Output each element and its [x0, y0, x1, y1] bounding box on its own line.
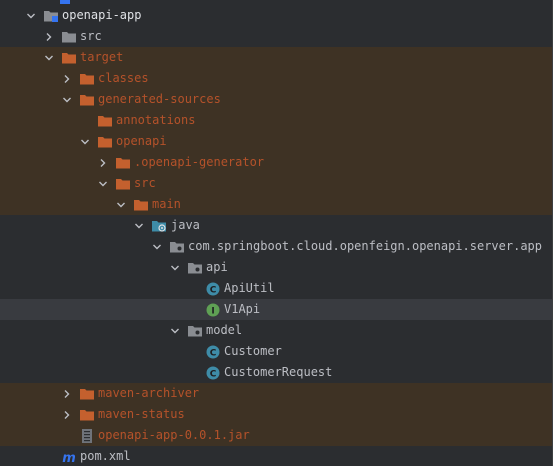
- chevron-down-icon[interactable]: [79, 131, 91, 152]
- tree-row-label: generated-sources: [98, 92, 221, 106]
- maven-icon: m: [61, 449, 77, 466]
- tree-row-annotations[interactable]: annotations: [0, 110, 553, 131]
- package-icon: [169, 239, 185, 255]
- svg-text:C: C: [210, 349, 217, 359]
- excluded-folder-icon: [97, 113, 113, 129]
- tree-row-label: maven-status: [98, 407, 185, 421]
- tree-row-maven-archiver[interactable]: maven-archiver: [0, 383, 553, 404]
- class-icon: C: [205, 281, 221, 297]
- module-folder-icon: [43, 8, 59, 24]
- tree-row-v1api[interactable]: I V1Api: [0, 299, 553, 320]
- chevron-right-icon[interactable]: [61, 383, 73, 404]
- tree-row-label: annotations: [116, 113, 196, 127]
- chevron-down-icon[interactable]: [115, 194, 127, 215]
- tree-row-label: main: [152, 197, 181, 211]
- tree-row-openapi-app[interactable]: openapi-app: [0, 5, 553, 26]
- tree-row-openapi-generator[interactable]: .openapi-generator: [0, 152, 553, 173]
- chevron-down-icon[interactable]: [97, 173, 109, 194]
- tree-row-pom[interactable]: m pom.xml: [0, 446, 553, 466]
- svg-text:C: C: [210, 370, 217, 380]
- excluded-folder-icon: [115, 176, 131, 192]
- tree-row-classes[interactable]: classes: [0, 68, 553, 89]
- excluded-folder-icon: [133, 197, 149, 213]
- tree-row-label: Customer: [224, 344, 282, 358]
- tree-row-label: maven-archiver: [98, 386, 200, 400]
- tree-row-src[interactable]: src: [0, 26, 553, 47]
- tree-row-label: src: [134, 176, 156, 190]
- tree-row-label: src: [80, 29, 102, 43]
- interface-icon: I: [205, 302, 221, 318]
- tree-row-customer[interactable]: C Customer: [0, 341, 553, 362]
- generated-source-root-icon: [151, 218, 167, 234]
- chevron-right-icon[interactable]: [61, 404, 73, 425]
- tree-row-openapi[interactable]: openapi: [0, 131, 553, 152]
- chevron-down-icon[interactable]: [169, 320, 181, 341]
- project-tree: openapi-app src target classes generated…: [0, 0, 553, 466]
- tree-row-target[interactable]: target: [0, 47, 553, 68]
- tree-row-label: pom.xml: [80, 449, 131, 463]
- tree-row-maven-status[interactable]: maven-status: [0, 404, 553, 425]
- svg-text:C: C: [210, 286, 217, 296]
- jar-icon: [79, 428, 95, 444]
- tree-row-label: openapi: [116, 134, 167, 148]
- tree-row-package-app[interactable]: com.springboot.cloud.openfeign.openapi.s…: [0, 236, 553, 257]
- tree-row-label: api: [206, 260, 228, 274]
- chevron-right-icon[interactable]: [43, 26, 55, 47]
- excluded-folder-icon: [79, 407, 95, 423]
- class-icon: C: [205, 365, 221, 381]
- tree-row-label: target: [80, 50, 124, 64]
- tree-row-label: CustomerRequest: [224, 365, 333, 379]
- excluded-folder-icon: [79, 386, 95, 402]
- tree-row-apiutil[interactable]: C ApiUtil: [0, 278, 553, 299]
- tree-row-label: openapi-app: [62, 8, 142, 22]
- tree-row-label: model: [206, 323, 243, 337]
- tree-row-label: com.springboot.cloud.openfeign.openapi.s…: [188, 239, 543, 253]
- tree-row-api[interactable]: api: [0, 257, 553, 278]
- folder-icon: [61, 29, 77, 45]
- tree-row-generated-sources[interactable]: generated-sources: [0, 89, 553, 110]
- tree-row-gen-src[interactable]: src: [0, 173, 553, 194]
- tree-row-main[interactable]: main: [0, 194, 553, 215]
- tree-row-java[interactable]: java: [0, 215, 553, 236]
- scroll-marker: [60, 0, 70, 4]
- svg-text:I: I: [211, 307, 214, 317]
- tree-row-customerrequest[interactable]: C CustomerRequest: [0, 362, 553, 383]
- tree-row-label: java: [171, 218, 200, 232]
- excluded-folder-icon: [61, 50, 77, 66]
- excluded-folder-icon: [115, 155, 131, 171]
- tree-row-label: openapi-app-0.0.1.jar: [98, 428, 250, 442]
- package-icon: [187, 323, 203, 339]
- tree-row-jar[interactable]: openapi-app-0.0.1.jar: [0, 425, 553, 446]
- chevron-down-icon[interactable]: [61, 89, 73, 110]
- excluded-folder-icon: [79, 71, 95, 87]
- chevron-down-icon[interactable]: [25, 5, 37, 26]
- excluded-folder-icon: [97, 134, 113, 150]
- svg-text:m: m: [62, 451, 76, 465]
- chevron-down-icon[interactable]: [169, 257, 181, 278]
- package-icon: [187, 260, 203, 276]
- tree-row-label: classes: [98, 71, 149, 85]
- chevron-right-icon[interactable]: [61, 68, 73, 89]
- excluded-folder-icon: [79, 92, 95, 108]
- chevron-down-icon[interactable]: [133, 215, 145, 236]
- chevron-down-icon[interactable]: [43, 47, 55, 68]
- chevron-right-icon[interactable]: [97, 152, 109, 173]
- tree-row-label: V1Api: [224, 302, 261, 316]
- chevron-down-icon[interactable]: [151, 236, 163, 257]
- tree-row-label: .openapi-generator: [134, 155, 265, 169]
- tree-row-label: ApiUtil: [224, 281, 275, 295]
- class-icon: C: [205, 344, 221, 360]
- tree-row-model[interactable]: model: [0, 320, 553, 341]
